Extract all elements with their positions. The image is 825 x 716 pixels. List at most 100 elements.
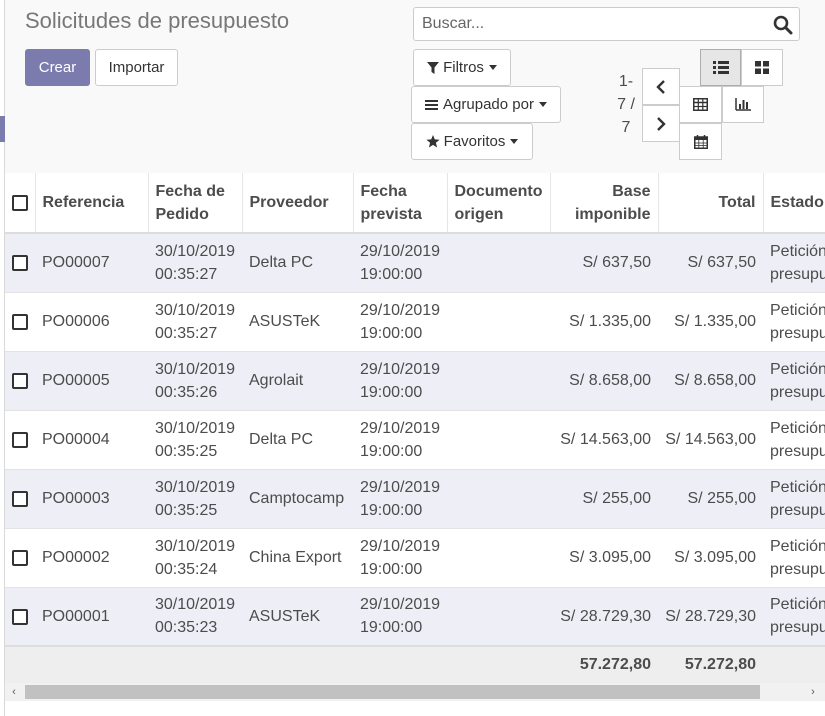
row-select-cell (5, 292, 35, 352)
table-row[interactable]: PO00007 30/10/2019 00:35:27 Delta PC 29/1… (5, 233, 825, 293)
cell-reference: PO00007 (35, 233, 148, 293)
cell-untaxed: S/ 28.729,30 (550, 587, 658, 647)
search-input[interactable] (422, 8, 762, 40)
row-checkbox[interactable] (12, 431, 28, 448)
column-header-planned-date[interactable]: Fecha prevista (352, 173, 447, 234)
cell-order-date: 30/10/2019 00:35:27 (148, 292, 242, 352)
list-icon (712, 61, 729, 74)
pager-line-1: 1- (618, 73, 634, 90)
pager-value[interactable]: 1- 7 / 7 (611, 70, 641, 139)
cell-status: Petición depresupuesto (763, 469, 825, 529)
row-checkbox[interactable] (12, 313, 28, 330)
pager-next-button[interactable] (642, 105, 680, 142)
scroll-right-icon[interactable]: › (807, 685, 819, 699)
pager-previous-button[interactable] (642, 68, 680, 105)
create-button[interactable]: Crear (25, 49, 90, 86)
list-view: Referencia Fecha de Pedido Proveedor Fech… (5, 173, 825, 683)
cell-reference: PO00004 (35, 410, 148, 470)
cell-planned-date: 29/10/2019 19:00:00 (353, 292, 447, 352)
cell-status: Petición depresupuesto (763, 528, 825, 588)
row-checkbox[interactable] (12, 549, 28, 566)
table-footer-row: 57.272,80 57.272,80 (5, 645, 825, 683)
row-select-cell (5, 469, 35, 529)
table-row[interactable]: PO00002 30/10/2019 00:35:24 China Export … (5, 528, 825, 588)
cell-source-document (447, 528, 550, 588)
cell-vendor: ASUSTeK (242, 587, 353, 647)
table-row[interactable]: PO00001 30/10/2019 00:35:23 ASUSTeK 29/10… (5, 587, 825, 647)
row-checkbox[interactable] (12, 372, 28, 389)
cell-planned-date: 29/10/2019 19:00:00 (353, 233, 447, 293)
import-button[interactable]: Importar (95, 49, 178, 86)
column-header-total[interactable]: Total (657, 173, 763, 234)
star-icon (426, 135, 440, 148)
table-row[interactable]: PO00004 30/10/2019 00:35:25 Delta PC 29/1… (5, 410, 825, 470)
grid-icon (755, 61, 769, 74)
column-header-vendor[interactable]: Proveedor (241, 173, 353, 234)
search-icon[interactable] (773, 15, 793, 35)
favorites-button[interactable]: Favoritos (411, 123, 533, 160)
cell-total: S/ 28.729,30 (658, 587, 763, 647)
row-checkbox[interactable] (12, 608, 28, 625)
column-header-order-date[interactable]: Fecha de Pedido (147, 173, 242, 234)
graph-view-button[interactable] (722, 86, 764, 123)
cell-order-date: 30/10/2019 00:35:27 (148, 233, 242, 293)
bar-chart-icon (735, 98, 751, 111)
cell-status: Petición depresupuesto (763, 410, 825, 470)
cell-reference: PO00005 (35, 351, 148, 411)
select-all-cell (5, 173, 35, 234)
favorites-label: Favoritos (443, 133, 506, 150)
table-icon (693, 98, 708, 111)
row-select-cell (5, 351, 35, 411)
control-panel: Solicitudes de presupuesto Crear Importa… (5, 0, 825, 173)
cell-status: Petición depresupuesto (763, 292, 825, 352)
cell-vendor: Camptocamp (242, 469, 353, 529)
cell-order-date: 30/10/2019 00:35:26 (148, 351, 242, 411)
select-all-checkbox[interactable] (12, 194, 28, 211)
table-row[interactable]: PO00003 30/10/2019 00:35:25 Camptocamp 29… (5, 469, 825, 529)
cell-source-document (447, 587, 550, 647)
cell-status: Petición depresupuesto (763, 351, 825, 411)
calendar-view-button[interactable] (679, 123, 722, 160)
pivot-view-button[interactable] (679, 86, 722, 123)
filters-label: Filtros (443, 59, 484, 76)
cell-untaxed: S/ 1.335,00 (550, 292, 658, 352)
row-checkbox[interactable] (12, 490, 28, 507)
caret-down-icon (488, 65, 497, 70)
cell-source-document (447, 351, 550, 411)
filters-button[interactable]: Filtros (413, 49, 511, 86)
scrollbar-thumb[interactable] (25, 685, 760, 699)
horizontal-scrollbar[interactable]: ‹ › (5, 683, 825, 701)
row-checkbox[interactable] (12, 255, 28, 272)
calendar-icon (693, 134, 708, 149)
cell-planned-date: 29/10/2019 19:00:00 (353, 587, 447, 647)
cell-planned-date: 29/10/2019 19:00:00 (353, 351, 447, 411)
table-row[interactable]: PO00006 30/10/2019 00:35:27 ASUSTeK 29/10… (5, 292, 825, 352)
column-header-status[interactable]: Estado (762, 173, 825, 234)
column-header-reference[interactable]: Referencia (34, 173, 148, 234)
chevron-right-icon (657, 116, 666, 131)
row-select-cell (5, 587, 35, 647)
total-untaxed: 57.272,80 (550, 645, 658, 683)
group-by-button[interactable]: Agrupado por (411, 86, 561, 123)
search-box (413, 7, 800, 41)
chevron-left-icon (656, 79, 665, 94)
scroll-left-icon[interactable]: ‹ (8, 685, 20, 699)
cell-vendor: China Export (242, 528, 353, 588)
caret-down-icon (538, 102, 547, 107)
column-header-untaxed[interactable]: Base imponible (549, 173, 658, 234)
cell-total: S/ 3.095,00 (658, 528, 763, 588)
total-amount: 57.272,80 (658, 645, 763, 683)
column-header-source-document[interactable]: Documento origen (446, 173, 550, 234)
list-view-button[interactable] (700, 49, 741, 86)
cell-planned-date: 29/10/2019 19:00:00 (353, 469, 447, 529)
page-title: Solicitudes de presupuesto (25, 8, 290, 33)
cell-vendor: ASUSTeK (242, 292, 353, 352)
cell-reference: PO00003 (35, 469, 148, 529)
table-row[interactable]: PO00005 30/10/2019 00:35:26 Agrolait 29/1… (5, 351, 825, 411)
cell-untaxed: S/ 3.095,00 (550, 528, 658, 588)
kanban-view-button[interactable] (741, 49, 783, 86)
cell-order-date: 30/10/2019 00:35:25 (148, 410, 242, 470)
cell-reference: PO00006 (35, 292, 148, 352)
cell-reference: PO00001 (35, 587, 148, 647)
cell-order-date: 30/10/2019 00:35:24 (148, 528, 242, 588)
